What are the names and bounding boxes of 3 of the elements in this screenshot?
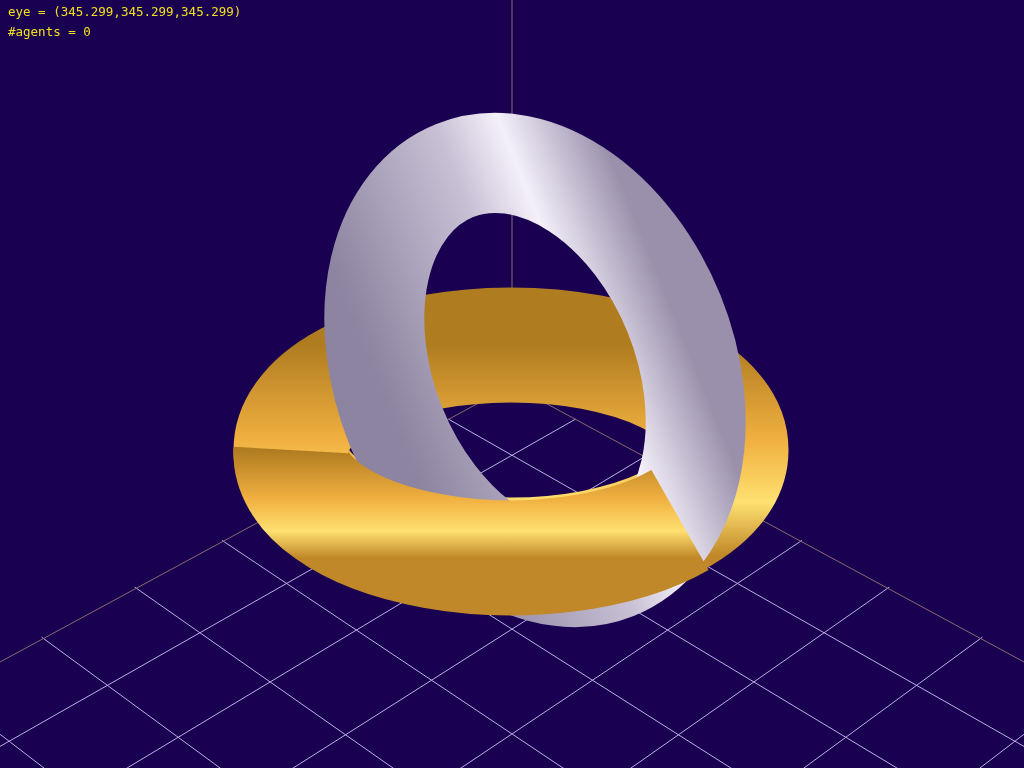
- overlay-text: eye = (345.299,345.299,345.299): [8, 3, 242, 21]
- 3d-viewport[interactable]: eye = (345.299,345.299,345.299) #agents = 0: [0, 0, 1024, 768]
- overlay-text: #agents = 0: [8, 23, 92, 41]
